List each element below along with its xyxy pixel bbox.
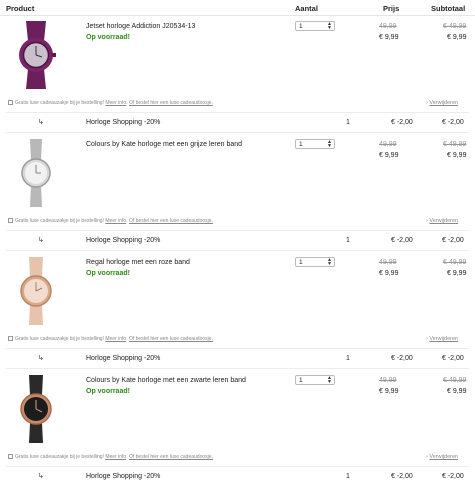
- subtotal: € 9,99: [447, 34, 467, 41]
- subtotal: € 9,99: [447, 152, 467, 159]
- sub-item-arrow-icon: ↳: [38, 355, 44, 362]
- cart-header: Product Aantal Prijs Subtotaal: [0, 0, 475, 16]
- column-quantity: Aantal: [295, 4, 318, 13]
- remove-button[interactable]: › Verwijderen: [426, 218, 458, 224]
- discount-subtotal: € -2,00: [442, 119, 464, 126]
- remove-button[interactable]: › Verwijderen: [426, 454, 458, 460]
- quantity-select[interactable]: 1 ▲ ▼: [295, 257, 335, 267]
- stock-status: Op voorraad!: [86, 34, 130, 41]
- gift-note: Gratis luxe cadeauzakje bij je bestellin…: [8, 100, 213, 106]
- gift-icon: [8, 218, 13, 223]
- product-name[interactable]: Colours by Kate horloge met een grijze l…: [86, 141, 242, 148]
- more-info-link[interactable]: Meer info: [105, 100, 126, 106]
- discount-row: ↳ Horloge Shopping -20% 1 € -2,00 € -2,0…: [0, 113, 475, 132]
- stepper-icon: ▲ ▼: [327, 139, 332, 149]
- discount-name: Horloge Shopping -20%: [86, 473, 161, 480]
- column-subtotal: Subtotaal: [431, 4, 466, 13]
- stock-status: Op voorraad!: [86, 270, 130, 277]
- old-price: 49,99: [379, 377, 397, 384]
- quantity-select[interactable]: 1 ▲ ▼: [295, 21, 335, 31]
- discount-quantity: 1: [346, 473, 350, 480]
- cart-item: Regal horloge met een roze band Op voorr…: [0, 253, 475, 371]
- gift-note: Gratis luxe cadeauzakje bij je bestellin…: [8, 336, 213, 342]
- discount-name: Horloge Shopping -20%: [86, 237, 161, 244]
- price: € 9,99: [379, 388, 399, 395]
- old-price: 49,99: [379, 141, 397, 148]
- discount-quantity: 1: [346, 237, 350, 244]
- stepper-icon: ▲ ▼: [327, 21, 332, 31]
- sub-item-arrow-icon: ↳: [38, 119, 44, 126]
- gift-box-link[interactable]: Of bestel hier een luxe cadeaudoosje.: [129, 454, 213, 460]
- gift-icon: [8, 336, 13, 341]
- product-name[interactable]: Colours by Kate horloge met een zwarte l…: [86, 377, 246, 384]
- cart-item: Jetset horloge Addiction J20534-13 Op vo…: [0, 17, 475, 135]
- column-product: Product: [6, 4, 35, 13]
- product-name[interactable]: Regal horloge met een roze band: [86, 259, 190, 266]
- old-subtotal: € 49,99: [443, 141, 467, 148]
- gift-icon: [8, 454, 13, 459]
- sub-item-arrow-icon: ↳: [38, 237, 44, 244]
- discount-subtotal: € -2,00: [442, 355, 464, 362]
- gift-box-link[interactable]: Of bestel hier een luxe cadeaudoosje.: [129, 218, 213, 224]
- pink-watch-image[interactable]: [8, 257, 64, 325]
- discount-row: ↳ Horloge Shopping -20% 1 € -2,00 € -2,0…: [0, 231, 475, 250]
- stepper-icon: ▲ ▼: [327, 257, 332, 267]
- price: € 9,99: [379, 152, 399, 159]
- quantity-select[interactable]: 1 ▲ ▼: [295, 375, 335, 385]
- stepper-icon: ▲ ▼: [327, 375, 332, 385]
- old-price: 49,99: [379, 23, 397, 30]
- remove-button[interactable]: › Verwijderen: [426, 336, 458, 342]
- discount-row: ↳ Horloge Shopping -20% 1 € -2,00 € -2,0…: [0, 349, 475, 368]
- subtotal: € 9,99: [447, 270, 467, 277]
- gift-box-link[interactable]: Of bestel hier een luxe cadeaudoosje.: [129, 100, 213, 106]
- discount-price: € -2,00: [391, 355, 413, 362]
- old-price: 49,99: [379, 259, 397, 266]
- more-info-link[interactable]: Meer info: [105, 454, 126, 460]
- column-price: Prijs: [383, 4, 400, 13]
- grey-watch-image[interactable]: [8, 139, 64, 207]
- more-info-link[interactable]: Meer info: [105, 336, 126, 342]
- divider: [6, 368, 469, 369]
- old-subtotal: € 49,99: [443, 377, 467, 384]
- divider: [6, 250, 469, 251]
- discount-price: € -2,00: [391, 237, 413, 244]
- quantity-select[interactable]: 1 ▲ ▼: [295, 139, 335, 149]
- price: € 9,99: [379, 270, 399, 277]
- discount-quantity: 1: [346, 119, 350, 126]
- purple-watch-image[interactable]: [8, 21, 64, 89]
- stock-status: Op voorraad!: [86, 388, 130, 395]
- discount-price: € -2,00: [391, 473, 413, 480]
- product-name[interactable]: Jetset horloge Addiction J20534-13: [86, 23, 195, 30]
- subtotal: € 9,99: [447, 388, 467, 395]
- gift-note: Gratis luxe cadeauzakje bij je bestellin…: [8, 454, 213, 460]
- discount-price: € -2,00: [391, 119, 413, 126]
- old-subtotal: € 49,99: [443, 23, 467, 30]
- discount-subtotal: € -2,00: [442, 237, 464, 244]
- old-subtotal: € 49,99: [443, 259, 467, 266]
- cart-item: Colours by Kate horloge met een zwarte l…: [0, 371, 475, 489]
- discount-quantity: 1: [346, 355, 350, 362]
- gift-note: Gratis luxe cadeauzakje bij je bestellin…: [8, 218, 213, 224]
- discount-name: Horloge Shopping -20%: [86, 119, 161, 126]
- discount-name: Horloge Shopping -20%: [86, 355, 161, 362]
- discount-row: ↳ Horloge Shopping -20% 1 € -2,00 € -2,0…: [0, 467, 475, 486]
- price: € 9,99: [379, 34, 399, 41]
- black-watch-image[interactable]: [8, 375, 64, 443]
- gift-icon: [8, 100, 13, 105]
- more-info-link[interactable]: Meer info: [105, 218, 126, 224]
- remove-button[interactable]: › Verwijderen: [426, 100, 458, 106]
- divider: [6, 132, 469, 133]
- cart-item: Colours by Kate horloge met een grijze l…: [0, 135, 475, 253]
- discount-subtotal: € -2,00: [442, 473, 464, 480]
- sub-item-arrow-icon: ↳: [38, 473, 44, 480]
- gift-box-link[interactable]: Of bestel hier een luxe cadeaudoosje.: [129, 336, 213, 342]
